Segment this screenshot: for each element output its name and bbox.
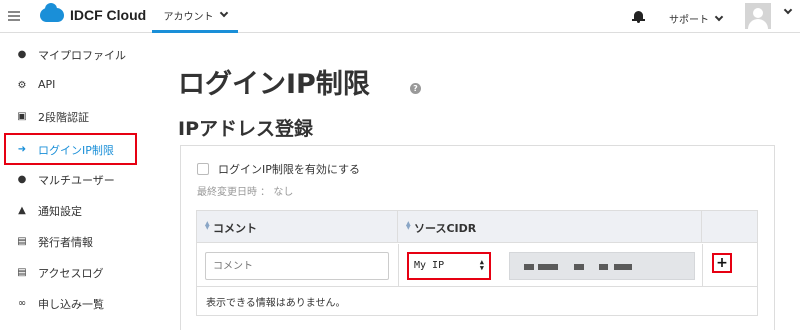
add-button[interactable]: + — [712, 253, 732, 273]
chevron-down-icon[interactable] — [783, 5, 793, 15]
support-menu[interactable]: サポート — [669, 11, 724, 26]
account-tab[interactable]: アカウント — [152, 0, 238, 33]
top-bar: IDCF Cloud アカウント サポート — [0, 0, 800, 33]
last-modified-text: 最終変更日時 ： なし — [197, 187, 294, 198]
column-header-source-cidr[interactable]: ▲ ▼ ソースCIDR — [398, 211, 702, 243]
avatar[interactable] — [745, 3, 771, 29]
logo-text: IDCF Cloud — [70, 7, 147, 23]
source-type-select[interactable]: My IP ▲ ▼ — [407, 252, 491, 280]
column-header-comment[interactable]: ▲ ▼ コメント — [197, 211, 398, 243]
lock-icon: ▣ — [17, 111, 27, 122]
select-arrows-icon: ▲ ▼ — [479, 258, 484, 272]
sidebar: ● マイプロファイル ⚙ API ▣ 2段階認証 ➜ ログインIP制限 ● マル… — [0, 34, 145, 330]
cidr-field[interactable] — [509, 252, 695, 280]
sign-in-icon: ➜ — [17, 144, 27, 155]
file-icon: ▤ — [17, 236, 27, 247]
sort-icon: ▲ ▼ — [406, 220, 411, 231]
column-header-actions — [702, 211, 757, 243]
masked-ip-segment — [599, 264, 608, 270]
bell-icon: ▲ — [18, 205, 26, 216]
sidebar-item-two-factor[interactable]: ▣ 2段階認証 — [0, 102, 145, 132]
account-tab-label: アカウント — [163, 11, 214, 23]
support-label: サポート — [669, 15, 709, 26]
help-icon[interactable]: ? — [410, 83, 421, 94]
sidebar-item-my-profile[interactable]: ● マイプロファイル — [0, 40, 145, 70]
sidebar-item-label: 発行者情報 — [38, 236, 93, 249]
sidebar-item-label: マルチユーザー — [38, 174, 115, 187]
ip-table: ▲▼ コメント ▲▼ ソースCIDR My IP ▲▼ + 表示できる情報はあり… — [196, 210, 758, 316]
chevron-down-icon — [714, 12, 724, 21]
sidebar-item-label: 通知設定 — [38, 205, 82, 218]
sidebar-item-login-ip-restriction[interactable]: ➜ ログインIP制限 — [4, 133, 137, 165]
table-row: My IP ▲▼ + — [197, 244, 757, 287]
sidebar-item-notifications[interactable]: ▲ 通知設定 — [0, 196, 145, 226]
notification-bell-icon[interactable] — [632, 9, 645, 23]
column-divider — [702, 244, 703, 287]
sidebar-item-label: アクセスログ — [38, 267, 104, 280]
user-icon: ● — [17, 49, 27, 60]
file-icon: ▤ — [17, 267, 27, 278]
sidebar-item-label: API — [38, 78, 56, 91]
source-type-value: My IP — [414, 260, 445, 271]
masked-ip-segment — [574, 264, 584, 270]
sidebar-item-label: マイプロファイル — [38, 49, 126, 62]
comment-input[interactable] — [205, 252, 389, 280]
sidebar-item-multi-user[interactable]: ● マルチユーザー — [0, 165, 145, 195]
sidebar-item-label: ログインIP制限 — [38, 144, 114, 157]
page-title: ログインIP制限 — [178, 69, 370, 100]
enable-ip-restriction-label[interactable]: ログインIP制限を有効にする — [218, 161, 360, 177]
sort-icon: ▲ ▼ — [205, 220, 210, 231]
sidebar-item-label: 申し込み一覧 — [38, 298, 104, 311]
column-header-label: ソースCIDR — [414, 222, 477, 235]
column-divider — [398, 244, 399, 287]
section-title: IPアドレス登録 — [178, 118, 313, 140]
sidebar-item-access-log[interactable]: ▤ アクセスログ — [0, 258, 145, 288]
sidebar-item-issuer-info[interactable]: ▤ 発行者情報 — [0, 227, 145, 257]
enable-ip-restriction-checkbox[interactable] — [197, 163, 209, 175]
menu-toggle-icon[interactable] — [8, 11, 20, 21]
handshake-icon: ∞ — [17, 298, 27, 309]
users-icon: ● — [17, 174, 27, 185]
cloud-logo-icon — [40, 3, 64, 22]
chevron-down-icon — [219, 8, 228, 18]
column-header-label: コメント — [213, 222, 257, 235]
sidebar-item-api[interactable]: ⚙ API — [0, 71, 145, 101]
logo[interactable]: IDCF Cloud — [40, 3, 147, 23]
gears-icon: ⚙ — [17, 80, 27, 91]
empty-message: 表示できる情報はありません。 — [206, 298, 346, 309]
sidebar-item-label: 2段階認証 — [38, 111, 89, 124]
masked-ip-segment — [614, 264, 632, 270]
masked-ip-segment — [524, 264, 534, 270]
masked-ip-segment — [538, 264, 558, 270]
sidebar-item-applications[interactable]: ∞ 申し込み一覧 — [0, 289, 145, 319]
